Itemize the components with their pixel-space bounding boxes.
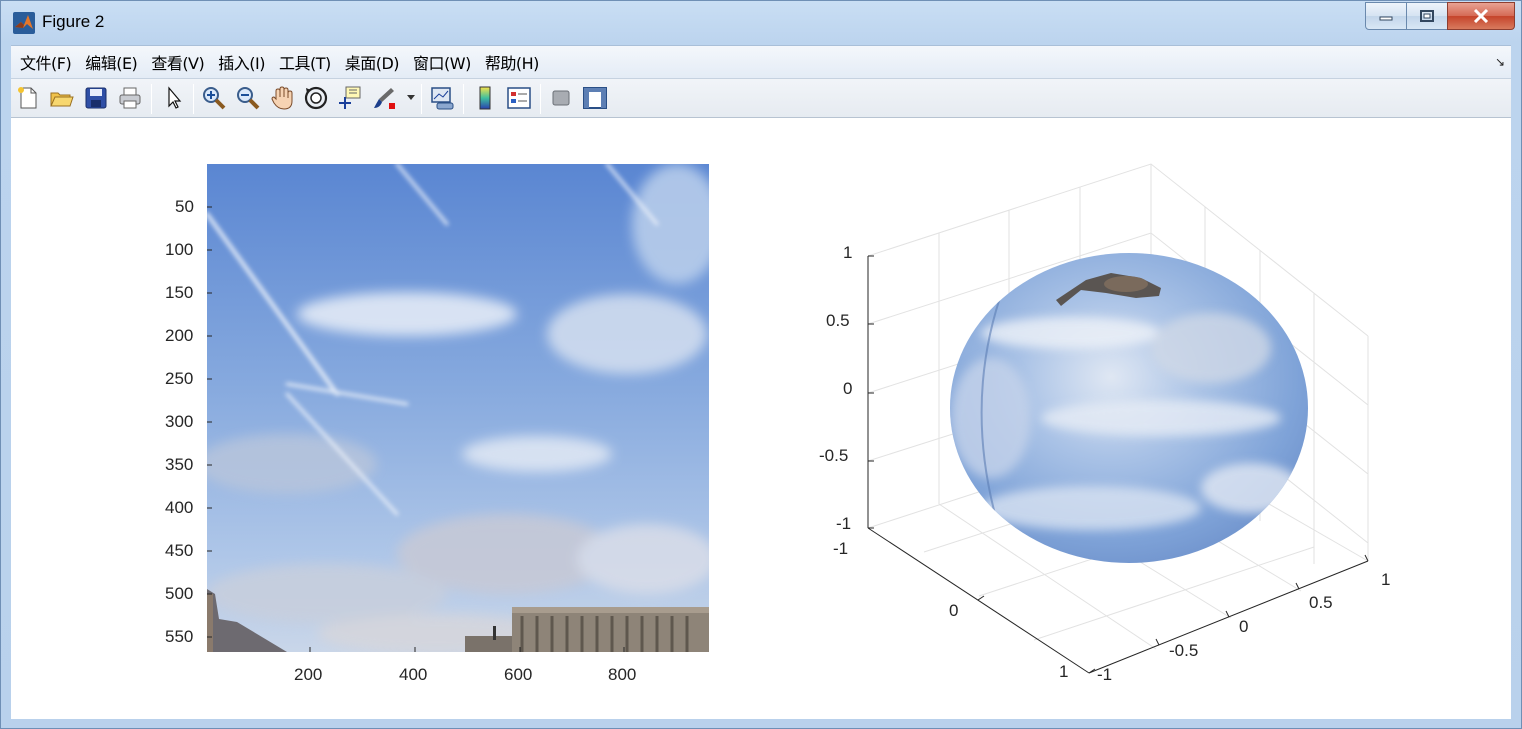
- maximize-button[interactable]: [1406, 2, 1448, 30]
- toolbar-separator: [463, 84, 464, 114]
- toolbar-separator: [540, 84, 541, 114]
- restore-icon: [1420, 10, 1434, 22]
- toolbar-separator: [421, 84, 422, 114]
- save-icon[interactable]: [83, 85, 109, 111]
- minimize-button[interactable]: [1365, 2, 1407, 30]
- hide-plot-tools-icon[interactable]: [548, 85, 574, 111]
- menu-window[interactable]: 窗口(W): [408, 50, 480, 74]
- new-figure-icon[interactable]: [15, 85, 41, 111]
- y-tick-label: 0: [949, 601, 959, 620]
- z-tick-label: 0.5: [826, 311, 850, 330]
- zoom-in-icon[interactable]: [201, 85, 227, 111]
- x-tick-label: -1: [1097, 665, 1113, 684]
- y-tick-label: 1: [1059, 662, 1069, 681]
- close-button[interactable]: [1447, 2, 1515, 30]
- data-cursor-icon[interactable]: [337, 85, 363, 111]
- menu-help[interactable]: 帮助(H): [480, 50, 548, 74]
- window-title: Figure 2: [42, 12, 105, 31]
- minimize-icon: [1379, 16, 1393, 21]
- chevron-down-icon[interactable]: [407, 95, 415, 101]
- matlab-logo-icon: [13, 12, 35, 34]
- link-plot-icon[interactable]: [429, 85, 455, 111]
- figure-canvas[interactable]: 50 100 150 200 250 300 350 400 450 500 5…: [11, 118, 1511, 719]
- z-tick-label: 0: [843, 379, 853, 398]
- zoom-out-icon[interactable]: [235, 85, 261, 111]
- z-tick-label: 1: [843, 243, 853, 262]
- menu-file[interactable]: 文件(F): [15, 50, 80, 74]
- pointer-icon[interactable]: [161, 85, 187, 111]
- pan-hand-icon[interactable]: [269, 85, 295, 111]
- menu-desktop[interactable]: 桌面(D): [340, 50, 408, 74]
- menu-insert[interactable]: 插入(I): [213, 50, 274, 74]
- brush-icon[interactable]: [371, 85, 397, 111]
- rotate-3d-icon[interactable]: [303, 85, 329, 111]
- y-tick-label: -1: [833, 539, 849, 558]
- x-tick-label: 0: [1239, 617, 1249, 636]
- x-tick-label: 1: [1381, 570, 1391, 589]
- figure-window: Figure 2 文件(F) 编辑(E) 查看(V) 插入(I) 工具(T) 桌…: [0, 0, 1522, 729]
- figure-toolbar: [11, 78, 1511, 118]
- menu-tools[interactable]: 工具(T): [274, 50, 340, 74]
- menu-bar: 文件(F) 编辑(E) 查看(V) 插入(I) 工具(T) 桌面(D) 窗口(W…: [11, 45, 1511, 78]
- right-axes-3d: [867, 163, 1369, 674]
- close-icon: [1473, 9, 1489, 23]
- show-plot-tools-icon[interactable]: [582, 85, 608, 111]
- menu-edit[interactable]: 编辑(E): [80, 50, 146, 74]
- print-icon[interactable]: [117, 85, 143, 111]
- z-tick-label: -0.5: [819, 446, 849, 465]
- colorbar-icon[interactable]: [472, 85, 498, 111]
- dock-arrow-icon[interactable]: ↘: [1495, 55, 1505, 69]
- x-tick-label: 0.5: [1309, 593, 1333, 612]
- x-tick-label: -0.5: [1169, 641, 1199, 660]
- z-tick-label: -1: [836, 514, 852, 533]
- toolbar-separator: [193, 84, 194, 114]
- toolbar-separator: [151, 84, 152, 114]
- title-bar[interactable]: Figure 2: [1, 1, 1521, 43]
- legend-icon[interactable]: [506, 85, 532, 111]
- open-file-icon[interactable]: [48, 85, 74, 111]
- menu-view[interactable]: 查看(V): [146, 50, 213, 74]
